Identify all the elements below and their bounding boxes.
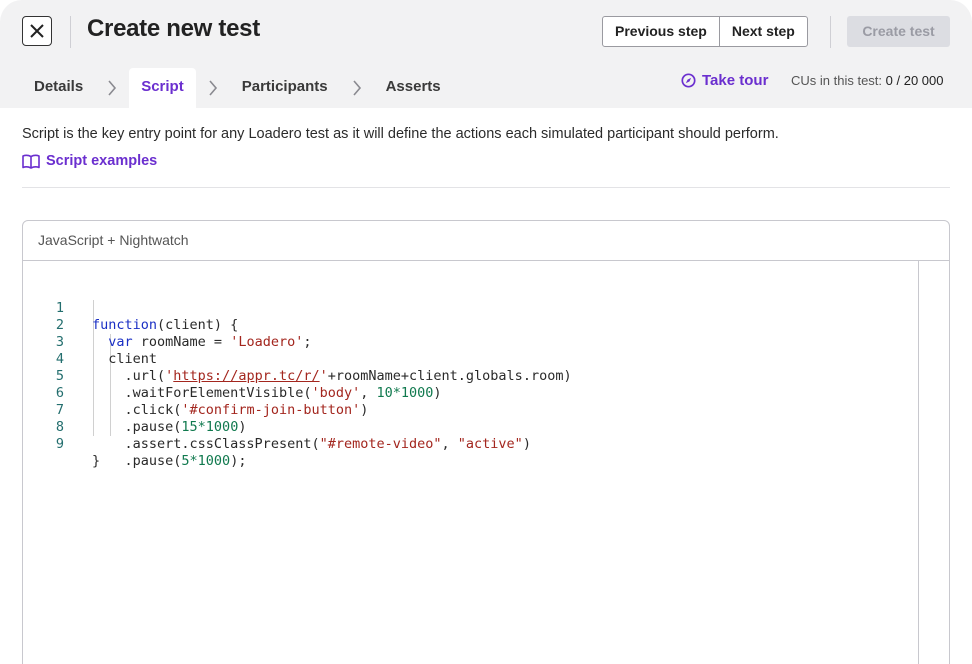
code-editor[interactable]: JavaScript + Nightwatch 1 function(clien…: [22, 220, 950, 664]
dialog-header: Create new test Previous step Next step …: [0, 0, 972, 108]
code-text: .waitForElementVisible(: [124, 385, 312, 401]
code-string: "#remote-video": [319, 436, 442, 452]
code-string: 'body': [311, 385, 361, 401]
take-tour-link[interactable]: Take tour: [681, 72, 768, 89]
code-line: 9 .pause(5*1000);: [23, 419, 247, 469]
tab-participants[interactable]: Participants: [230, 68, 340, 108]
tab-details[interactable]: Details: [22, 68, 95, 108]
compass-icon: [681, 73, 696, 88]
tab-asserts[interactable]: Asserts: [374, 68, 453, 108]
close-icon: [30, 24, 44, 38]
code-line: 6 .click('#confirm-join-button'): [23, 368, 369, 418]
close-button[interactable]: [22, 16, 52, 46]
code-area[interactable]: 1 function(client) { 2 var roomName = 'L…: [23, 283, 572, 469]
code-string: 'Loadero': [230, 334, 304, 350]
code-line: 2 var roomName = 'Loadero';: [23, 300, 312, 350]
chevron-right-icon: [95, 68, 129, 108]
code-line: 3 client: [23, 317, 157, 367]
cus-value: 0 / 20 000: [885, 73, 944, 88]
code-line: 1 function(client) {: [23, 283, 238, 333]
code-text: ): [238, 419, 247, 435]
script-examples-label: Script examples: [46, 153, 158, 169]
code-number: 5*1000: [181, 453, 231, 469]
script-examples-link[interactable]: Script examples: [22, 153, 157, 169]
chevron-right-icon: [196, 68, 230, 108]
code-text: ): [522, 436, 531, 452]
next-step-button[interactable]: Next step: [718, 17, 807, 46]
create-test-dialog: Create new test Previous step Next step …: [0, 0, 972, 664]
script-description: Script is the key entry point for any Lo…: [22, 126, 779, 142]
chevron-right-icon: [340, 68, 374, 108]
code-line: 5 .waitForElementVisible('body', 10*1000…: [23, 351, 442, 401]
page-title: Create new test: [87, 15, 260, 42]
code-text: .url(: [124, 368, 166, 384]
divider: [830, 16, 831, 48]
code-text: ,: [360, 385, 377, 401]
previous-step-button[interactable]: Previous step: [603, 17, 719, 46]
create-test-button[interactable]: Create test: [847, 16, 950, 47]
code-line: 7 .pause(15*1000): [23, 385, 247, 435]
code-text: }: [92, 453, 101, 469]
divider: [70, 16, 71, 48]
code-url[interactable]: https://appr.tc/r/: [173, 368, 319, 384]
code-text: .click(: [124, 402, 182, 418]
code-text: .assert.cssClassPresent(: [124, 436, 320, 452]
code-line: 8 .assert.cssClassPresent("#remote-video…: [23, 402, 531, 452]
code-string: ': [319, 368, 328, 384]
code-line: 4 .url('https://appr.tc/r/'+roomName+cli…: [23, 334, 572, 384]
code-keyword: var: [108, 334, 133, 350]
code-number: 15*1000: [181, 419, 239, 435]
code-text: ;: [303, 334, 312, 350]
code-text: .pause(: [124, 453, 182, 469]
code-text: +roomName+client.globals.room): [327, 368, 572, 384]
step-navigation: Previous step Next step: [602, 16, 808, 47]
code-number: 10*1000: [376, 385, 434, 401]
code-text: );: [230, 453, 247, 469]
code-text: ): [360, 402, 369, 418]
divider: [22, 187, 950, 188]
tab-script[interactable]: Script: [129, 68, 196, 108]
code-text: .pause(: [124, 419, 182, 435]
code-string: "active": [457, 436, 523, 452]
step-tabs: Details Script Participants Asserts: [22, 68, 453, 108]
editor-scrollbar-track[interactable]: [918, 261, 919, 664]
code-text: ): [433, 385, 442, 401]
code-line: }: [23, 436, 100, 469]
code-text: (client) {: [157, 317, 239, 333]
take-tour-label: Take tour: [702, 72, 769, 89]
cus-label: CUs in this test:: [791, 73, 883, 88]
book-icon: [22, 154, 40, 169]
cus-counter: CUs in this test: 0 / 20 000: [791, 73, 943, 88]
code-text: client: [108, 351, 158, 367]
editor-language: JavaScript + Nightwatch: [23, 221, 949, 261]
code-text: roomName =: [132, 334, 231, 350]
code-string: '#confirm-join-button': [181, 402, 361, 418]
code-keyword: function: [92, 317, 158, 333]
code-text: ,: [441, 436, 458, 452]
